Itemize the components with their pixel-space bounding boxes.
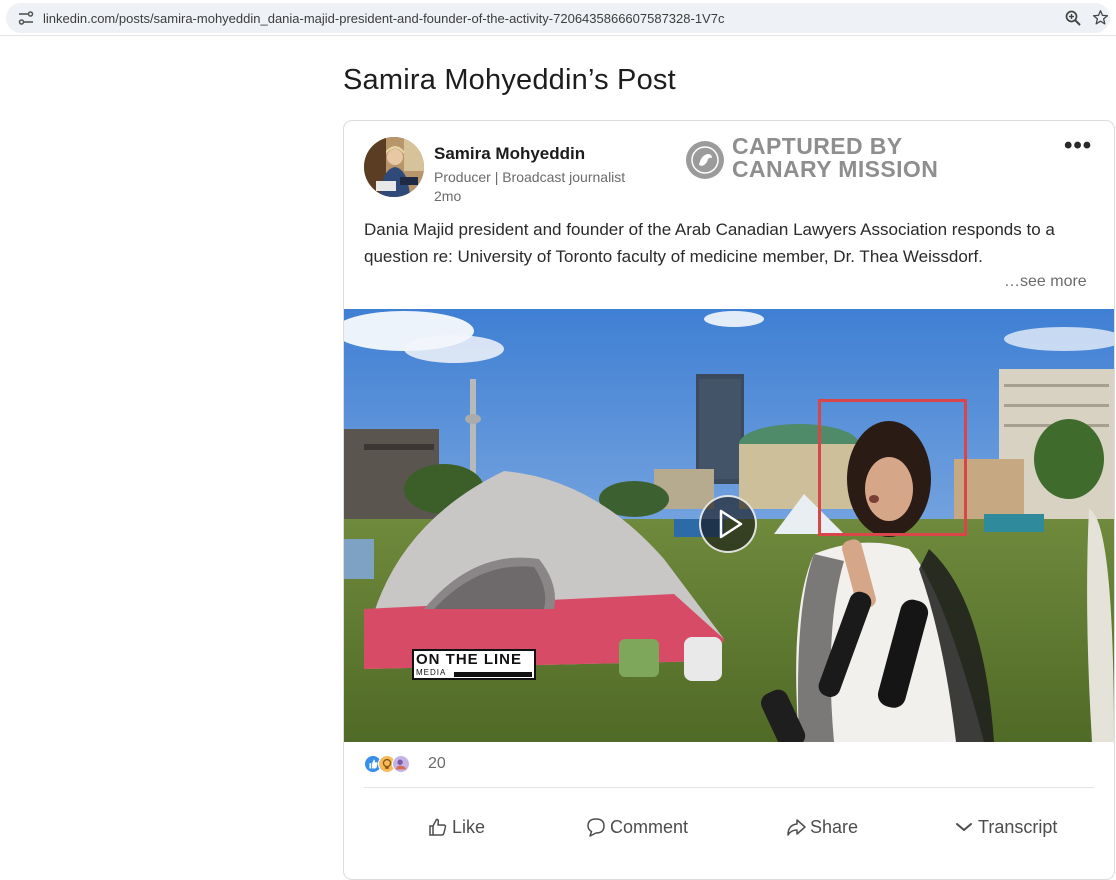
zoom-icon[interactable] (1065, 10, 1081, 26)
page-title: Samira Mohyeddin’s Post (343, 64, 676, 96)
like-button[interactable]: Like (428, 814, 485, 840)
play-icon (719, 509, 743, 539)
actions-divider (364, 787, 1094, 788)
comment-label: Comment (610, 816, 689, 837)
video-logo-sub: MEDIA (416, 668, 447, 677)
canary-mission-watermark: CAPTURED BY CANARY MISSION (684, 135, 944, 191)
more-options-button[interactable]: ••• (1064, 134, 1096, 158)
share-icon (787, 819, 806, 836)
author-headline: Producer | Broadcast journalist (434, 169, 626, 185)
avatar[interactable] (364, 137, 424, 197)
play-button[interactable] (699, 495, 757, 553)
canary-logo-icon (686, 141, 724, 179)
comment-button[interactable]: Comment (586, 814, 688, 840)
see-more-link[interactable]: …see more (1004, 273, 1087, 291)
reaction-count[interactable]: 20 (428, 755, 446, 773)
on-the-line-media-logo: ON THE LINE MEDIA (412, 649, 536, 680)
share-label: Share (810, 816, 859, 837)
url-text[interactable]: linkedin.com/posts/samira-mohyeddin_dani… (43, 11, 724, 26)
watermark-line-2: CANARY MISSION (732, 156, 939, 182)
transcript-label: Transcript (978, 816, 1058, 837)
post-video[interactable]: ON THE LINE MEDIA (344, 309, 1114, 742)
author-name[interactable]: Samira Mohyeddin (434, 144, 585, 164)
thumbs-up-icon (429, 818, 447, 836)
support-reaction-icon (392, 755, 410, 773)
chevron-down-icon (956, 823, 972, 831)
address-bar[interactable]: linkedin.com/posts/samira-mohyeddin_dani… (6, 3, 1110, 33)
site-settings-icon[interactable] (18, 11, 34, 25)
bookmark-star-icon[interactable] (1092, 9, 1109, 26)
like-label: Like (452, 816, 486, 837)
face-highlight-box (818, 399, 967, 536)
post-card: Samira Mohyeddin Producer | Broadcast jo… (343, 120, 1115, 880)
browser-toolbar: linkedin.com/posts/samira-mohyeddin_dani… (0, 0, 1116, 36)
post-body-text: Dania Majid president and founder of the… (364, 220, 1055, 266)
share-button[interactable]: Share (786, 814, 858, 840)
video-logo-main: ON THE LINE (416, 651, 523, 668)
watermark-line-1: CAPTURED BY (732, 133, 903, 159)
comment-icon (587, 818, 605, 837)
transcript-button[interactable]: Transcript (954, 814, 1057, 840)
post-timestamp: 2mo (434, 188, 462, 204)
